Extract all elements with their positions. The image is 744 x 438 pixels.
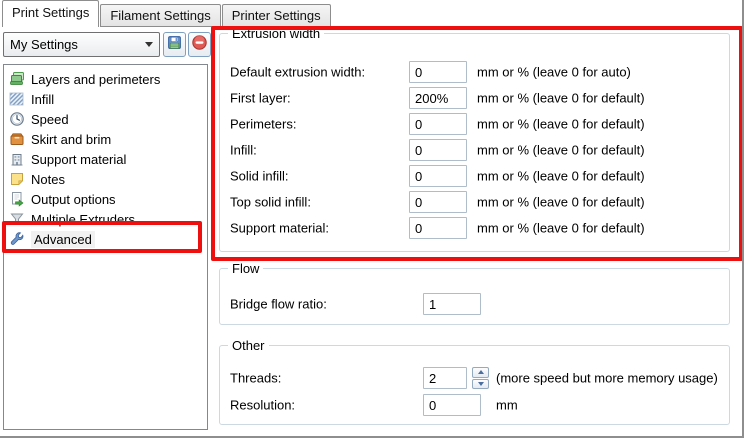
sidebar-item-speed[interactable]: Speed bbox=[4, 109, 207, 129]
chevron-down-icon bbox=[145, 42, 153, 47]
sidebar-item-label: Skirt and brim bbox=[31, 132, 111, 147]
settings-tabbar: Print SettingsFilament SettingsPrinter S… bbox=[2, 0, 332, 27]
sidebar-item-label: Advanced bbox=[31, 231, 95, 248]
setting-label: Threads: bbox=[230, 371, 281, 386]
sidebar-item-skirt-and-brim[interactable]: Skirt and brim bbox=[4, 129, 207, 149]
infill-icon bbox=[9, 91, 25, 107]
tab-printer-settings[interactable]: Printer Settings bbox=[222, 4, 331, 27]
setting-input-top-solid-infill[interactable] bbox=[409, 191, 467, 213]
setting-input-support-material[interactable] bbox=[409, 217, 467, 239]
sidebar-item-label: Notes bbox=[31, 172, 65, 187]
setting-unit-hint: mm or % (leave 0 for auto) bbox=[477, 65, 631, 80]
setting-input-infill[interactable] bbox=[409, 139, 467, 161]
extruders-funnel-icon bbox=[9, 211, 25, 227]
sidebar-item-label: Speed bbox=[31, 112, 69, 127]
setting-row-solid-infill: Solid infill: mm or % (leave 0 for defaul… bbox=[220, 163, 729, 189]
setting-label: Infill: bbox=[230, 143, 257, 158]
sidebar-item-label: Support material bbox=[31, 152, 126, 167]
groupbox-extrusion-width: Extrusion width Default extrusion width:… bbox=[219, 33, 730, 252]
sidebar-item-multiple-extruders[interactable]: Multiple Extruders bbox=[4, 209, 207, 229]
setting-input-first-layer[interactable] bbox=[409, 87, 467, 109]
sidebar-item-notes[interactable]: Notes bbox=[4, 169, 207, 189]
stepper-up-button[interactable] bbox=[472, 367, 489, 378]
sidebar-item-layers-and-perimeters[interactable]: Layers and perimeters bbox=[4, 69, 207, 89]
setting-unit-hint: mm or % (leave 0 for default) bbox=[477, 195, 645, 210]
setting-input-bridge-flow-ratio[interactable] bbox=[423, 293, 481, 315]
setting-label: First layer: bbox=[230, 91, 291, 106]
stepper-down-button[interactable] bbox=[472, 379, 489, 390]
sidebar-item-output-options[interactable]: Output options bbox=[4, 189, 207, 209]
setting-input-solid-infill[interactable] bbox=[409, 165, 467, 187]
skirt-box-icon bbox=[9, 131, 25, 147]
setting-unit-hint: mm or % (leave 0 for default) bbox=[477, 169, 645, 184]
preset-dropdown[interactable]: My Settings bbox=[3, 32, 160, 57]
delete-preset-button[interactable] bbox=[188, 32, 211, 57]
groupbox-other: Other Threads:(more speed but more memor… bbox=[219, 345, 730, 425]
preset-dropdown-value: My Settings bbox=[10, 37, 145, 52]
setting-row-support-material: Support material: mm or % (leave 0 for de… bbox=[220, 215, 729, 241]
sidebar-item-advanced[interactable]: Advanced bbox=[4, 229, 207, 249]
setting-row-threads: Threads: (more speed but more memory usag… bbox=[220, 365, 729, 391]
setting-label: Top solid infill: bbox=[230, 195, 311, 210]
setting-label: Resolution: bbox=[230, 398, 295, 413]
setting-input-perimeters[interactable] bbox=[409, 113, 467, 135]
setting-unit-hint: mm or % (leave 0 for default) bbox=[477, 117, 645, 132]
sidebar-item-label: Multiple Extruders bbox=[31, 212, 135, 227]
setting-row-resolution: Resolution: mm bbox=[220, 392, 729, 418]
tab-print-settings[interactable]: Print Settings bbox=[2, 0, 99, 27]
delete-minus-circle-icon bbox=[191, 34, 208, 56]
setting-row-default-extrusion-width: Default extrusion width: mm or % (leave 0… bbox=[220, 59, 729, 85]
setting-label: Solid infill: bbox=[230, 169, 289, 184]
setting-row-first-layer: First layer: mm or % (leave 0 for default… bbox=[220, 85, 729, 111]
setting-row-perimeters: Perimeters: mm or % (leave 0 for default) bbox=[220, 111, 729, 137]
setting-row-bridge-flow-ratio: Bridge flow ratio: bbox=[220, 291, 729, 317]
setting-label: Default extrusion width: bbox=[230, 65, 365, 80]
threads-stepper bbox=[472, 367, 489, 389]
setting-unit-hint: mm or % (leave 0 for default) bbox=[477, 143, 645, 158]
sidebar-item-label: Layers and perimeters bbox=[31, 72, 160, 87]
support-building-icon bbox=[9, 151, 25, 167]
layers-icon bbox=[9, 71, 25, 87]
setting-unit-hint: mm bbox=[496, 398, 518, 413]
slicer-settings-window: Print SettingsFilament SettingsPrinter S… bbox=[0, 0, 744, 438]
setting-input-default-extrusion-width[interactable] bbox=[409, 61, 467, 83]
setting-unit-hint: mm or % (leave 0 for default) bbox=[477, 91, 645, 106]
setting-input-threads[interactable] bbox=[423, 367, 467, 389]
sidebar-item-label: Infill bbox=[31, 92, 54, 107]
notes-icon bbox=[9, 171, 25, 187]
sidebar-item-infill[interactable]: Infill bbox=[4, 89, 207, 109]
setting-input-resolution[interactable] bbox=[423, 394, 481, 416]
save-floppy-icon bbox=[166, 34, 183, 56]
setting-label: Bridge flow ratio: bbox=[230, 297, 327, 312]
output-options-icon bbox=[9, 191, 25, 207]
setting-label: Support material: bbox=[230, 221, 329, 236]
setting-label: Perimeters: bbox=[230, 117, 296, 132]
setting-row-top-solid-infill: Top solid infill: mm or % (leave 0 for de… bbox=[220, 189, 729, 215]
setting-unit-hint: mm or % (leave 0 for default) bbox=[477, 221, 645, 236]
setting-row-infill: Infill: mm or % (leave 0 for default) bbox=[220, 137, 729, 163]
settings-category-list: Layers and perimeters Infill Speed Skirt an… bbox=[3, 64, 208, 430]
setting-unit-hint: (more speed but more memory usage) bbox=[496, 371, 718, 386]
save-preset-button[interactable] bbox=[163, 32, 186, 57]
sidebar-item-label: Output options bbox=[31, 192, 116, 207]
sidebar-item-support-material[interactable]: Support material bbox=[4, 149, 207, 169]
groupbox-flow: Flow Bridge flow ratio: bbox=[219, 268, 730, 325]
speed-clock-icon bbox=[9, 111, 25, 127]
wrench-icon bbox=[9, 231, 25, 247]
tab-filament-settings[interactable]: Filament Settings bbox=[100, 4, 220, 27]
